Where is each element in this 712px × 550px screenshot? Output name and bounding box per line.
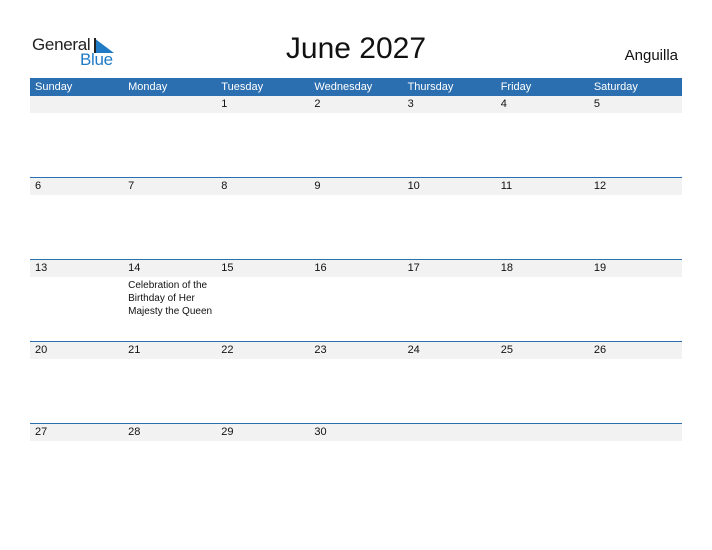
day-number: 27 bbox=[35, 426, 48, 438]
events-row: Celebration of the Birthday of Her Majes… bbox=[30, 277, 682, 318]
day-number bbox=[589, 424, 682, 441]
day-event: Celebration of the Birthday of Her Majes… bbox=[128, 280, 213, 317]
date-strip: 6 7 8 9 10 11 12 bbox=[30, 178, 682, 195]
day-event bbox=[403, 195, 496, 197]
day-event bbox=[123, 113, 216, 115]
page-title: June 2027 bbox=[285, 32, 427, 65]
day-event bbox=[309, 195, 402, 197]
events-row bbox=[30, 359, 682, 361]
weekday-friday: Friday bbox=[500, 81, 532, 93]
day-number: 28 bbox=[128, 426, 141, 438]
day-number: 19 bbox=[593, 262, 607, 274]
day-event bbox=[496, 441, 589, 443]
day-event bbox=[216, 113, 309, 115]
day-event bbox=[589, 441, 682, 443]
day-number: 11 bbox=[500, 180, 513, 192]
day-number: 13 bbox=[35, 262, 48, 274]
day-number: 21 bbox=[128, 344, 141, 356]
weekday-wednesday: Wednesday bbox=[314, 81, 373, 93]
day-number: 4 bbox=[500, 98, 507, 110]
day-number: 6 bbox=[35, 180, 42, 192]
country-label: Anguilla bbox=[624, 47, 678, 64]
day-event bbox=[30, 359, 123, 361]
day-number: 10 bbox=[407, 180, 420, 192]
day-event bbox=[309, 359, 402, 361]
weekday-thursday: Thursday bbox=[407, 81, 454, 93]
day-number: 26 bbox=[593, 344, 607, 356]
date-strip: 27 28 29 30 bbox=[30, 424, 682, 441]
week-row: 27 28 29 30 bbox=[30, 423, 682, 505]
events-row bbox=[30, 113, 682, 115]
day-number: 24 bbox=[407, 344, 420, 356]
day-number: 14 bbox=[128, 262, 141, 274]
day-number: 17 bbox=[407, 262, 420, 274]
day-event bbox=[403, 113, 496, 115]
weekday-header: Sunday Monday Tuesday Wednesday Thursday… bbox=[30, 78, 682, 96]
day-number bbox=[496, 424, 589, 441]
events-row bbox=[30, 195, 682, 197]
day-event bbox=[403, 359, 496, 361]
day-event bbox=[123, 359, 216, 361]
day-number: 7 bbox=[128, 180, 135, 192]
calendar: Sunday Monday Tuesday Wednesday Thursday… bbox=[30, 78, 682, 505]
day-event bbox=[30, 113, 123, 115]
day-event bbox=[216, 441, 309, 443]
weekday-saturday: Saturday bbox=[593, 81, 638, 93]
date-strip: 1 2 3 4 5 bbox=[30, 96, 682, 113]
day-number bbox=[30, 96, 123, 113]
day-number: 16 bbox=[314, 262, 327, 274]
date-strip: 20 21 22 23 24 25 26 bbox=[30, 342, 682, 359]
day-event bbox=[216, 359, 309, 361]
day-event bbox=[496, 277, 589, 318]
day-event bbox=[589, 277, 682, 318]
day-number: 22 bbox=[221, 344, 234, 356]
day-event bbox=[123, 441, 216, 443]
day-event bbox=[123, 195, 216, 197]
day-number: 25 bbox=[500, 344, 513, 356]
day-event bbox=[30, 277, 123, 318]
week-row: 13 14 15 16 17 18 19 Celebration of the Birthda… bbox=[30, 259, 682, 341]
day-event bbox=[30, 195, 123, 197]
day-number: 3 bbox=[407, 98, 414, 110]
day-number: 15 bbox=[221, 262, 234, 274]
day-event bbox=[309, 113, 402, 115]
day-number: 2 bbox=[314, 98, 321, 110]
day-number: 9 bbox=[314, 180, 321, 192]
week-row: 6 7 8 9 10 11 12 bbox=[30, 177, 682, 259]
weekday-tuesday: Tuesday bbox=[221, 81, 264, 93]
day-event bbox=[589, 195, 682, 197]
day-number: 18 bbox=[500, 262, 513, 274]
day-event bbox=[403, 277, 496, 318]
weekday-sunday: Sunday bbox=[35, 81, 73, 93]
day-event bbox=[496, 195, 589, 197]
day-event bbox=[216, 195, 309, 197]
day-number bbox=[403, 424, 496, 441]
day-number: 23 bbox=[314, 344, 327, 356]
day-number: 29 bbox=[221, 426, 234, 438]
day-event bbox=[309, 441, 402, 443]
day-event bbox=[216, 277, 309, 318]
week-row: 20 21 22 23 24 25 26 bbox=[30, 341, 682, 423]
day-number: 5 bbox=[593, 98, 600, 110]
day-event bbox=[496, 113, 589, 115]
day-number: 8 bbox=[221, 180, 228, 192]
day-number: 20 bbox=[35, 344, 48, 356]
day-number bbox=[123, 96, 216, 113]
day-number: 30 bbox=[314, 426, 327, 438]
day-event bbox=[589, 359, 682, 361]
day-event bbox=[403, 441, 496, 443]
week-row: 1 2 3 4 5 bbox=[30, 96, 682, 177]
day-event bbox=[309, 277, 402, 318]
date-strip: 13 14 15 16 17 18 19 bbox=[30, 260, 682, 277]
day-event bbox=[496, 359, 589, 361]
day-number: 1 bbox=[221, 98, 228, 110]
events-row bbox=[30, 441, 682, 443]
day-event bbox=[30, 441, 123, 443]
weekday-monday: Monday bbox=[128, 81, 168, 93]
day-event bbox=[589, 113, 682, 115]
day-number: 12 bbox=[593, 180, 607, 192]
